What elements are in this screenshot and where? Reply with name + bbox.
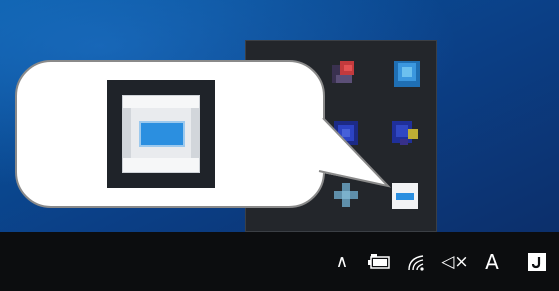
ime-mode-button[interactable]: A xyxy=(480,250,504,274)
taskbar: ∧ ◁× A xyxy=(0,232,559,291)
wifi-icon[interactable] xyxy=(404,250,430,274)
speaker-muted-icon: ◁× xyxy=(441,252,469,272)
window-screen-icon xyxy=(139,121,185,147)
window-frame-icon xyxy=(122,95,200,173)
callout-balloon xyxy=(15,60,325,208)
magnified-window-app-icon xyxy=(107,80,215,188)
blue-app-icon[interactable] xyxy=(392,59,422,89)
ime-mode-label: A xyxy=(485,250,499,274)
volume-muted-button[interactable]: ◁× xyxy=(440,250,470,274)
dark-blue-app-icon[interactable] xyxy=(332,119,362,149)
show-hidden-icons-button[interactable]: ∧ xyxy=(330,250,354,274)
notification-icon[interactable] xyxy=(524,250,550,274)
teal-plus-app-icon[interactable] xyxy=(332,181,362,211)
yellow-blue-app-icon[interactable] xyxy=(392,119,422,149)
battery-icon[interactable] xyxy=(366,250,392,274)
screen: ∧ ◁× A xyxy=(0,0,559,291)
red-app-icon[interactable] xyxy=(332,59,362,89)
window-app-icon[interactable] xyxy=(390,181,420,211)
chevron-up-icon: ∧ xyxy=(335,252,349,272)
